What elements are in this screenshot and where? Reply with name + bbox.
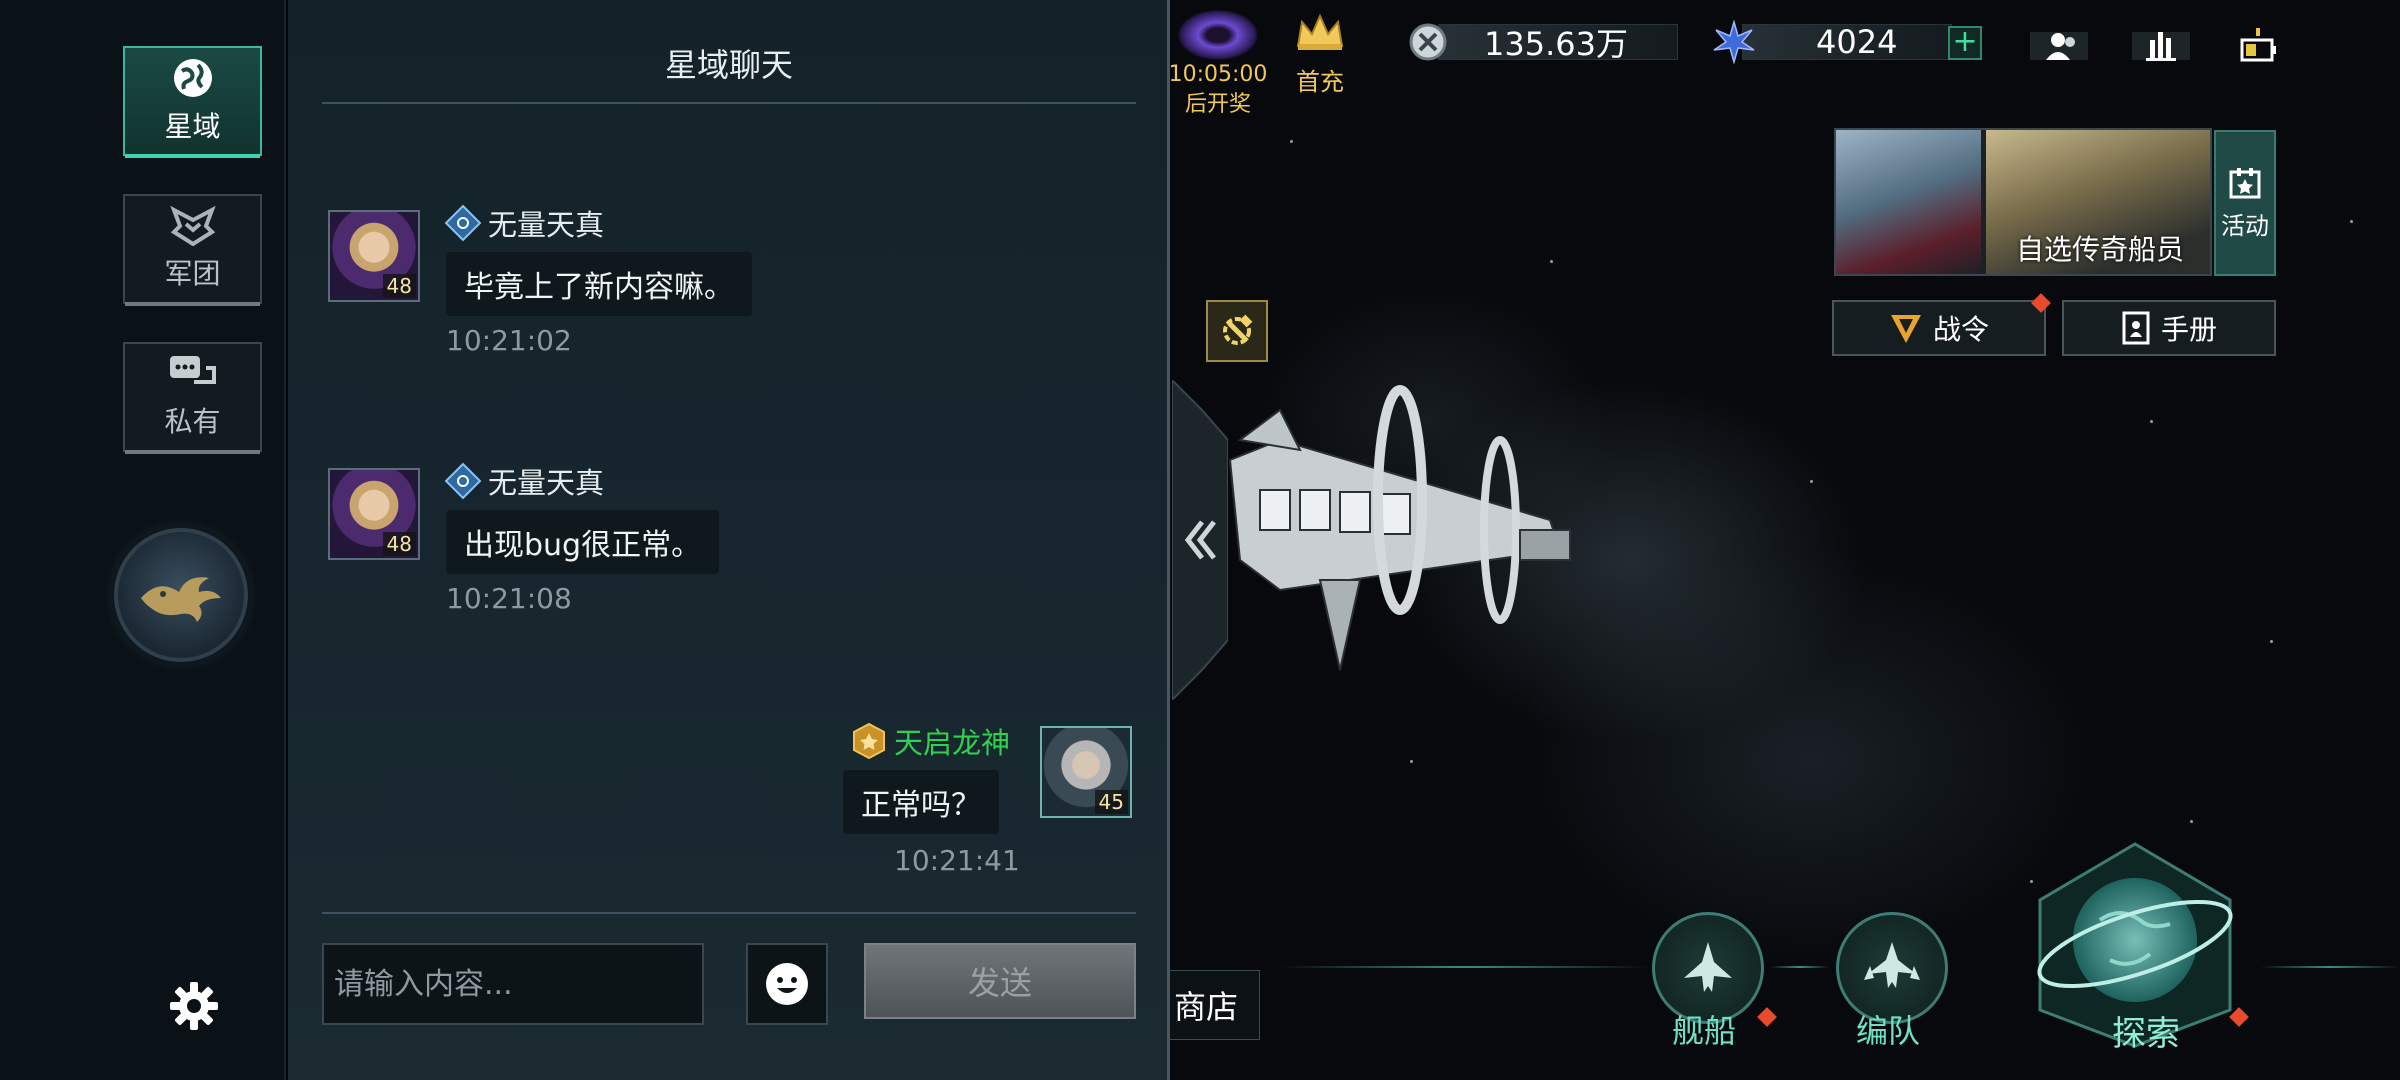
chat-title: 星域聊天 [664,46,793,84]
battery-icon [2240,28,2276,62]
vortex-icon [1178,10,1258,60]
friends-icon[interactable] [2030,28,2088,64]
chat-bubbles-icon [169,356,216,384]
tab-private-label: 私有 [164,405,221,438]
phoenix-icon [141,577,221,622]
banner-label: 自选传奇船员 [2015,233,2184,266]
tab-star-domain-label: 星域 [164,110,221,143]
avatar-level: 48 [382,274,416,298]
chat-panel: 星域聊天 48 无量天真 毕竟上了新内容嘛。 10:21:02 48 无量天真 … [288,0,1170,1080]
lottery-label: 后开奖 [1184,92,1251,117]
spaceship[interactable] [1220,380,1600,680]
avatar[interactable]: 48 [328,210,420,302]
lottery-widget[interactable]: 10:05:00 后开奖 [1168,10,1268,120]
send-button[interactable]: 发送 [864,943,1136,1019]
sender-name: 无量天真 [488,466,605,500]
avatar[interactable]: 48 [328,468,420,560]
gear-hammer-icon [1223,314,1253,345]
message-sender[interactable]: 无量天真 [444,202,604,244]
message-bubble: 正常吗？ [843,770,999,834]
chat-input[interactable] [322,943,704,1025]
message-bubble: 毕竟上了新内容嘛。 [446,252,752,316]
add-currency-button[interactable]: + [1948,26,1982,60]
calendar-star-icon [2229,167,2261,198]
first-charge-button[interactable]: 首充 [1290,12,1350,97]
tab-underline [125,450,260,454]
message-timestamp: 10:21:41 [894,844,1020,877]
avatar-level: 48 [382,532,416,556]
manual-book-icon [2122,311,2150,345]
fighter-ship-icon [1684,942,1732,992]
battle-pass-label: 战令 [1932,313,1989,346]
lottery-timer: 10:05:00 [1168,62,1268,87]
legendary-crew-banner[interactable]: 自选传奇船员 [1834,128,2212,276]
tab-underline [125,302,260,306]
sender-name: 无量天真 [488,208,605,242]
tab-star-domain[interactable]: 星域 [123,46,262,158]
rank-diamond-icon [444,462,482,500]
currency-credits: 135.63万 [1408,22,1678,63]
tab-private[interactable]: 私有 [123,342,262,454]
emoji-button[interactable] [746,943,828,1025]
avatar[interactable]: 45 [1040,726,1132,818]
manual-button[interactable]: 手册 [2062,300,2276,356]
message-sender[interactable]: 天启龙神 [850,720,1010,762]
activity-button[interactable]: 活动 [2214,130,2276,276]
fleet-ships-icon [1864,942,1920,988]
nav-line [1770,966,1830,968]
battle-pass-button[interactable]: 战令 [1832,293,2051,356]
ranking-icon[interactable] [2132,28,2190,64]
nav-line [2260,966,2400,968]
manual-label: 手册 [2160,313,2217,346]
fleet-label: 编队 [1856,1012,1921,1050]
crew-portrait [1836,130,1981,274]
crystal-value: 4024 [1816,23,1898,61]
smiley-icon [766,963,808,1005]
credits-value: 135.63万 [1484,25,1628,63]
explore-label: 探索 [2112,1014,2180,1054]
message-bubble: 出现bug很正常。 [446,510,720,574]
crystal-burst-icon [1713,20,1755,64]
avatar-level: 45 [1094,790,1128,814]
ships-label: 舰船 [1672,1012,1737,1050]
legion-emblem-icon [169,206,216,246]
tab-legion[interactable]: 军团 [123,194,262,306]
left-rail: 星域 军团 私有 [0,0,286,1080]
sender-name: 天启龙神 [894,726,1011,760]
divider [322,912,1136,914]
message-sender[interactable]: 无量天真 [444,460,604,502]
nav-line [1280,966,1650,968]
battle-pass-icon [1890,315,1921,343]
divider [322,102,1136,104]
crown-icon [1296,13,1344,50]
message-timestamp: 10:21:08 [446,582,572,615]
tab-underline [125,154,260,158]
rank-diamond-icon [444,204,482,242]
first-charge-label: 首充 [1296,68,1344,96]
credit-coin-icon [1409,23,1447,61]
skill-gear-button[interactable] [1206,300,1268,362]
settings-gear-icon[interactable] [168,980,220,1032]
shop-button[interactable]: 商店 [1170,970,1260,1040]
tab-legion-label: 军团 [164,257,221,290]
message-timestamp: 10:21:02 [446,324,572,357]
phoenix-emblem-button[interactable] [114,528,248,662]
activity-label: 活动 [2221,211,2269,240]
globe-icon [173,59,212,97]
rank-hexagon-icon [853,722,885,760]
